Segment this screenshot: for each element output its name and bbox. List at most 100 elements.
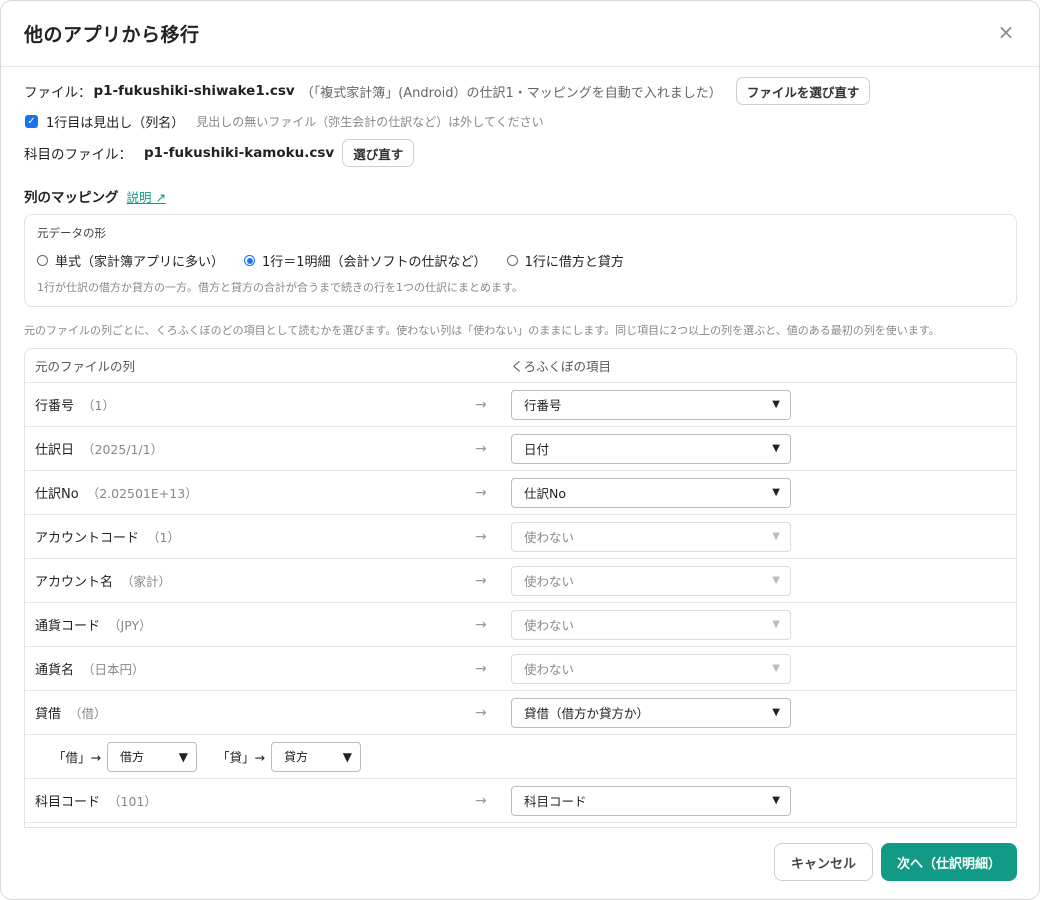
header-checkbox-label: 1行目は見出し（列名） bbox=[46, 115, 185, 131]
file-row: ファイル： p1-fukushiki-shiwake1.csv （「複式家計簿」… bbox=[24, 77, 1017, 105]
debit-label: 「借」→ bbox=[53, 750, 101, 765]
chevron-down-icon: ▼ bbox=[772, 663, 780, 674]
source-column-name: アカウントコード bbox=[35, 531, 140, 546]
table-header-row: 元のファイルの列 くろふくぼの項目 bbox=[25, 349, 1016, 383]
table-row: 行番号 （1） → 行番号 ▼ bbox=[25, 383, 1016, 427]
source-column-name: 通貨コード bbox=[35, 619, 101, 634]
arrow-icon: → bbox=[475, 484, 487, 501]
target-select-value: 貸借（借方か貸方か） bbox=[524, 706, 650, 721]
source-column-name: 仕訳No bbox=[35, 487, 79, 502]
source-sample: （2.02501E+13） bbox=[86, 486, 198, 501]
header-checkbox[interactable]: ✓ bbox=[25, 114, 38, 128]
credit-select-value: 貸方 bbox=[283, 750, 308, 764]
target-select-value: 日付 bbox=[524, 442, 550, 457]
dialog-body: ファイル： p1-fukushiki-shiwake1.csv （「複式家計簿」… bbox=[1, 77, 1039, 828]
kamoku-file-label: 科目のファイル： bbox=[24, 147, 132, 163]
radio-one-line-one-detail[interactable] bbox=[244, 255, 256, 266]
source-sample: （1） bbox=[147, 530, 180, 545]
target-select-value: 使わない bbox=[524, 618, 575, 633]
table-row: 仕訳日 （2025/1/1） → 日付 ▼ bbox=[25, 427, 1016, 471]
cancel-button[interactable]: キャンセル bbox=[773, 843, 873, 881]
next-button[interactable]: 次へ（仕訳明細） bbox=[880, 843, 1017, 881]
file-note: （「複式家計簿」(Android）の仕訳1・マッピングを自動で入れました） bbox=[300, 85, 722, 101]
chevron-down-icon: ▼ bbox=[772, 443, 780, 454]
target-select[interactable]: 科目コード ▼ bbox=[511, 785, 791, 816]
target-select[interactable]: 行番号 ▼ bbox=[511, 389, 791, 420]
arrow-icon: → bbox=[475, 660, 487, 677]
radio-single[interactable] bbox=[37, 255, 48, 266]
shape-option-label: 1行に借方と貸方 bbox=[524, 255, 624, 270]
source-sample: （日本円） bbox=[82, 662, 145, 677]
radio-debit-credit-one-line[interactable] bbox=[506, 255, 518, 266]
target-select-value: 仕訳No bbox=[524, 486, 566, 501]
arrow-icon: → bbox=[475, 396, 487, 413]
table-row: 仕訳No （2.02501E+13） → 仕訳No ▼ bbox=[25, 471, 1016, 515]
table-row: 通貨名 （日本円） → 使わない ▼ bbox=[25, 647, 1016, 691]
dialog-footer: キャンセル 次へ（仕訳明細） bbox=[1, 825, 1039, 899]
data-shape-options: 単式（家計簿アプリに多い） 1行＝1明細（会計ソフトの仕訳など） 1行に借方と貸… bbox=[37, 251, 1004, 270]
source-column-name: 行番号 bbox=[35, 399, 75, 414]
arrow-icon: → bbox=[475, 440, 487, 457]
shape-option-one-line-one-detail[interactable]: 1行＝1明細（会計ソフトの仕訳など） bbox=[244, 251, 487, 270]
shape-option-single[interactable]: 単式（家計簿アプリに多い） bbox=[37, 251, 224, 270]
header-option-hint: 見出しの無いファイル（弥生会計の仕訳など）は外してください bbox=[196, 114, 544, 129]
target-select[interactable]: 使わない ▼ bbox=[511, 609, 791, 640]
source-sample: （家計） bbox=[121, 574, 172, 589]
mapping-intro: 元のファイルの列ごとに、くろふくぼのどの項目として読むかを選びます。使わない列は… bbox=[24, 324, 940, 337]
dialog-title: 他のアプリから移行 bbox=[24, 24, 200, 46]
target-select[interactable]: 使わない ▼ bbox=[511, 521, 791, 552]
kamoku-file-name: p1-fukushiki-kamoku.csv bbox=[144, 145, 335, 161]
target-select[interactable]: 貸借（借方か貸方か） ▼ bbox=[511, 697, 791, 728]
target-select[interactable]: 仕訳No ▼ bbox=[511, 477, 791, 508]
table-row: 科目コード （101） → 科目コード ▼ bbox=[25, 779, 1016, 823]
arrow-icon: → bbox=[475, 704, 487, 721]
source-sample: （JPY） bbox=[108, 618, 152, 633]
data-shape-box: 元データの形 単式（家計簿アプリに多い） 1行＝1明細（会計ソフトの仕訳など） … bbox=[24, 214, 1017, 307]
credit-label: 「貸」→ bbox=[216, 750, 265, 765]
reselect-file-button[interactable]: ファイルを選び直す bbox=[735, 77, 871, 105]
shape-option-debit-credit-one-line[interactable]: 1行に借方と貸方 bbox=[506, 251, 624, 270]
source-sample: （借） bbox=[69, 706, 107, 721]
dialog-header: 他のアプリから移行 × bbox=[1, 1, 1039, 67]
chevron-down-icon: ▼ bbox=[772, 619, 780, 630]
mapping-table[interactable]: 元のファイルの列 くろふくぼの項目 行番号 （1） → 行番号 ▼ 仕訳日 （2025… bbox=[24, 348, 1017, 828]
chevron-down-icon: ▼ bbox=[772, 399, 780, 410]
source-column-name: 科目コード bbox=[35, 795, 101, 810]
chevron-down-icon: ▼ bbox=[178, 749, 188, 764]
source-column-name: 仕訳日 bbox=[35, 443, 75, 458]
target-select[interactable]: 使わない ▼ bbox=[511, 653, 791, 684]
reselect-kamoku-button[interactable]: 選び直す bbox=[342, 139, 415, 167]
target-select[interactable]: 使わない ▼ bbox=[511, 565, 791, 596]
table-row: アカウントコード （1） → 使わない ▼ bbox=[25, 515, 1016, 559]
shape-option-label: 単式（家計簿アプリに多い） bbox=[55, 255, 225, 270]
close-icon[interactable]: × bbox=[995, 21, 1017, 43]
arrow-icon: → bbox=[475, 616, 487, 633]
mapping-title: 列のマッピング bbox=[24, 190, 119, 206]
source-column-name: アカウント名 bbox=[35, 575, 114, 590]
chevron-down-icon: ▼ bbox=[342, 749, 352, 764]
shape-option-label: 1行＝1明細（会計ソフトの仕訳など） bbox=[262, 255, 487, 270]
arrow-icon: → bbox=[475, 572, 487, 589]
table-row: 貸借 （借） → 貸借（借方か貸方か） ▼ bbox=[25, 691, 1016, 735]
source-sample: （101） bbox=[108, 794, 157, 809]
help-link[interactable]: 説明 ↗ bbox=[127, 187, 166, 206]
target-select[interactable]: 日付 ▼ bbox=[511, 433, 791, 464]
target-select-value: 使わない bbox=[524, 530, 575, 545]
target-column-header: くろふくぼの項目 bbox=[511, 359, 612, 374]
file-name: p1-fukushiki-shiwake1.csv bbox=[93, 83, 295, 99]
mapping-section-title: 列のマッピング 説明 ↗ bbox=[24, 186, 1017, 207]
debit-select-value: 借方 bbox=[119, 750, 144, 764]
target-select-value: 使わない bbox=[524, 574, 575, 589]
migration-dialog: 他のアプリから移行 × ファイル： p1-fukushiki-shiwake1.… bbox=[0, 0, 1040, 900]
header-option-row: ✓ 1行目は見出し（列名） 見出しの無いファイル（弥生会計の仕訳など）は外してく… bbox=[24, 110, 1017, 132]
source-sample: （2025/1/1） bbox=[82, 442, 164, 457]
target-select-value: 科目コード bbox=[524, 794, 587, 809]
data-shape-caption: 元データの形 bbox=[37, 226, 106, 240]
chevron-down-icon: ▼ bbox=[772, 707, 780, 718]
credit-select[interactable]: 貸方 ▼ bbox=[270, 741, 361, 772]
target-select-value: 行番号 bbox=[524, 398, 562, 413]
debit-select[interactable]: 借方 ▼ bbox=[106, 741, 197, 772]
target-select-value: 使わない bbox=[524, 662, 575, 677]
arrow-icon: → bbox=[475, 792, 487, 809]
chevron-down-icon: ▼ bbox=[772, 795, 780, 806]
